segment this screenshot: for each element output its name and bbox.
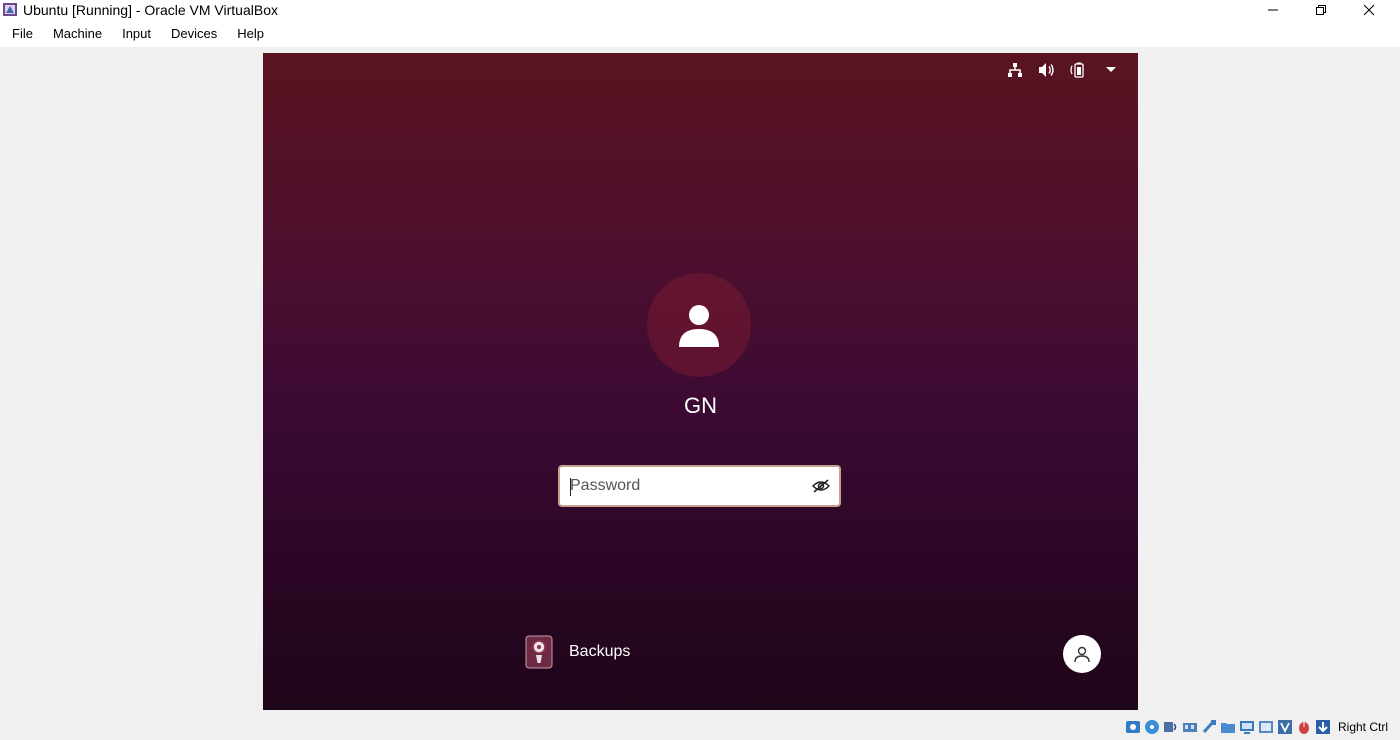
eye-hidden-icon xyxy=(812,479,830,493)
shared-folders-icon[interactable] xyxy=(1220,719,1236,735)
network-icon[interactable] xyxy=(1006,61,1024,79)
display-icon[interactable] xyxy=(1239,719,1255,735)
user-icon xyxy=(679,305,719,347)
menu-machine[interactable]: Machine xyxy=(45,22,110,45)
host-key-label: Right Ctrl xyxy=(1338,720,1389,734)
system-tray[interactable] xyxy=(1006,61,1120,79)
virtualbox-icon xyxy=(3,3,17,16)
status-bar: Right Ctrl xyxy=(1125,716,1388,738)
menu-help[interactable]: Help xyxy=(229,22,272,45)
window-title: Ubuntu [Running] - Oracle VM VirtualBox xyxy=(23,2,278,18)
network-adapter-icon[interactable] xyxy=(1182,719,1198,735)
optical-drive-icon[interactable] xyxy=(1144,719,1160,735)
username-label: GN xyxy=(684,393,717,418)
battery-icon[interactable] xyxy=(1070,61,1088,79)
backups-icon xyxy=(525,635,553,669)
close-button[interactable] xyxy=(1346,0,1392,20)
session-label: Backups xyxy=(569,643,631,660)
mouse-integration-icon[interactable] xyxy=(1296,719,1312,735)
audio-icon[interactable] xyxy=(1163,719,1179,735)
text-caret xyxy=(570,478,571,496)
menu-devices[interactable]: Devices xyxy=(163,22,225,45)
dropdown-arrow-icon[interactable] xyxy=(1102,61,1120,79)
switch-user-button[interactable] xyxy=(1063,635,1101,673)
menu-file[interactable]: File xyxy=(4,22,41,45)
vm-display[interactable]: GN Backups xyxy=(263,53,1138,710)
minimize-button[interactable] xyxy=(1250,0,1296,20)
close-icon xyxy=(1363,4,1375,16)
window-title-bar: Ubuntu [Running] - Oracle VM VirtualBox xyxy=(0,0,1400,20)
restore-button[interactable] xyxy=(1298,0,1344,20)
usb-icon[interactable] xyxy=(1201,719,1217,735)
hard-disk-icon[interactable] xyxy=(1125,719,1141,735)
menu-bar: File Machine Input Devices Help xyxy=(0,20,1400,47)
show-password-button[interactable] xyxy=(803,467,839,505)
video-capture-icon[interactable] xyxy=(1258,719,1274,735)
user-outline-icon xyxy=(1074,646,1090,663)
password-input[interactable] xyxy=(560,467,803,505)
user-avatar[interactable] xyxy=(647,273,751,377)
virtualization-icon[interactable] xyxy=(1277,719,1293,735)
restore-icon xyxy=(1316,5,1326,15)
session-selector[interactable]: Backups xyxy=(525,635,630,669)
host-key-arrow-icon[interactable] xyxy=(1315,719,1331,735)
menu-input[interactable]: Input xyxy=(114,22,159,45)
volume-icon[interactable] xyxy=(1038,61,1056,79)
minimize-icon xyxy=(1268,9,1278,11)
password-field[interactable] xyxy=(558,465,841,507)
